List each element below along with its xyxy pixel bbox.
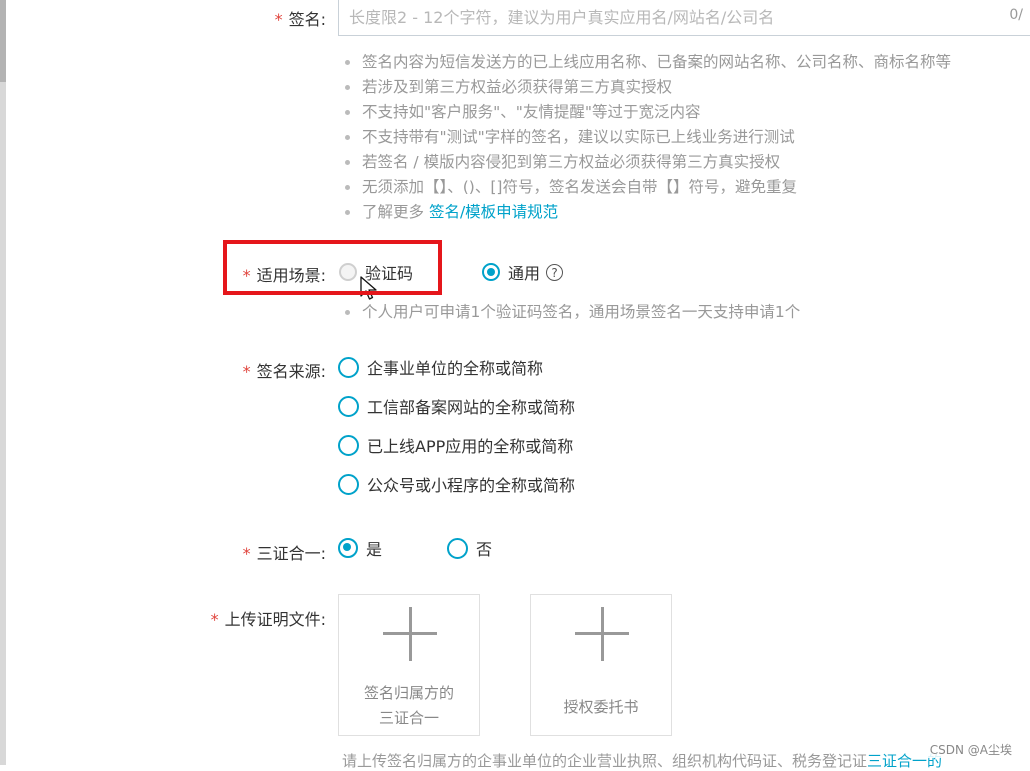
signature-hints: 签名内容为短信发送方的已上线应用名称、已备案的网站名称、公司名称、商标名称等 若… [342, 52, 951, 227]
scene-option-general[interactable]: 通用 ? [482, 260, 564, 284]
signature-field[interactable]: 0/ [338, 0, 1030, 36]
upload-license-box[interactable]: 签名归属方的 三证合一 [338, 594, 480, 736]
source-option-enterprise[interactable]: 企事业单位的全称或简称 [338, 355, 543, 379]
plus-icon [383, 607, 437, 661]
radio-label: 企事业单位的全称或简称 [367, 359, 544, 378]
hint-item: 不支持如"客户服务"、"友情提醒"等过于宽泛内容 [342, 102, 951, 127]
upload-hint: 请上传签名归属方的企事业单位的企业营业执照、组织机构代码证、税务登记证三证合一的 [342, 752, 943, 770]
radio-label: 否 [476, 540, 493, 559]
radio-label: 工信部备案网站的全称或简称 [367, 398, 576, 417]
three-in-one-no[interactable]: 否 [447, 536, 492, 560]
radio-label: 公众号或小程序的全称或简称 [367, 476, 576, 495]
plus-icon [575, 607, 629, 661]
radio-circle[interactable] [482, 263, 500, 281]
hint-item-more: 了解更多 签名/模板申请规范 [342, 202, 951, 227]
signature-label: * 签名: [274, 10, 326, 29]
source-option-app[interactable]: 已上线APP应用的全称或简称 [338, 433, 573, 457]
highlight-annotation [223, 240, 442, 295]
radio-circle[interactable] [338, 395, 359, 417]
radio-circle[interactable] [338, 434, 359, 456]
template-spec-link[interactable]: 签名/模板申请规范 [429, 203, 558, 221]
radio-circle[interactable] [338, 473, 359, 495]
scene-hints: 个人用户可申请1个验证码签名，通用场景签名一天支持申请1个 [342, 302, 800, 327]
char-counter: 0/ [1009, 7, 1023, 23]
upload-caption: 签名归属方的 三证合一 [363, 684, 454, 727]
watermark: CSDN @A尘埃 [927, 741, 1014, 758]
hint-item: 个人用户可申请1个验证码签名，通用场景签名一天支持申请1个 [342, 302, 800, 327]
three-in-one-label: * 三证合一: [242, 544, 326, 563]
upload-authorization-box[interactable]: 授权委托书 [530, 594, 672, 736]
hint-item: 若涉及到第三方权益必须获得第三方真实授权 [342, 77, 951, 102]
hint-item: 签名内容为短信发送方的已上线应用名称、已备案的网站名称、公司名称、商标名称等 [342, 52, 951, 77]
radio-label: 已上线APP应用的全称或简称 [367, 437, 574, 456]
required-marker: * [242, 544, 251, 563]
three-in-one-yes[interactable]: 是 [338, 536, 382, 560]
source-option-wechat[interactable]: 公众号或小程序的全称或简称 [338, 472, 575, 496]
scrollbar-thumb[interactable] [0, 0, 6, 82]
required-marker: * [210, 610, 219, 629]
radio-circle[interactable] [338, 538, 358, 558]
radio-label: 通用 [508, 264, 541, 283]
radio-label: 是 [366, 540, 383, 559]
required-marker: * [242, 362, 251, 381]
source-label: * 签名来源: [242, 362, 326, 381]
upload-label: * 上传证明文件: [210, 610, 326, 629]
required-marker: * [274, 10, 283, 29]
scrollbar-track[interactable] [0, 0, 6, 765]
signature-input[interactable] [347, 0, 991, 35]
radio-circle[interactable] [338, 356, 359, 378]
help-icon[interactable]: ? [546, 263, 564, 281]
more-prefix: 了解更多 [362, 203, 425, 221]
hint-item: 无须添加【】、()、[]符号，签名发送会自带【】符号，避免重复 [342, 177, 951, 202]
source-option-website[interactable]: 工信部备案网站的全称或简称 [338, 394, 575, 418]
hint-item: 不支持带有"测试"字样的签名，建议以实际已上线业务进行测试 [342, 127, 951, 152]
radio-circle[interactable] [447, 537, 468, 559]
hint-item: 若签名 / 模版内容侵犯到第三方权益必须获得第三方真实授权 [342, 152, 951, 177]
upload-caption: 授权委托书 [563, 698, 639, 716]
